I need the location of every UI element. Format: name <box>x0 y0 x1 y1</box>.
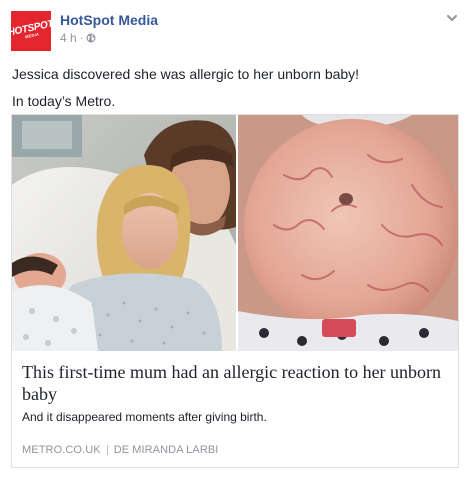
source-divider <box>106 445 108 455</box>
hospital-selfie-photo <box>12 115 237 351</box>
link-source: METRO.CO.UK DE MIRANDA LARBI <box>22 444 218 456</box>
article-photo <box>12 115 458 351</box>
source-domain: METRO.CO.UK <box>22 444 101 456</box>
author-prefix: DE <box>113 444 130 456</box>
post-message: Jessica discovered she was allergic to h… <box>12 64 460 118</box>
link-preview-image[interactable] <box>12 115 458 351</box>
link-preview-body[interactable]: This first-time mum had an allergic reac… <box>12 351 458 467</box>
facebook-post: HOTSPOT MEDIA HotSpot Media 4 h · Jessic… <box>0 0 472 477</box>
globe-icon[interactable] <box>86 33 96 43</box>
page-name-link[interactable]: HotSpot Media <box>60 12 158 28</box>
page-avatar[interactable]: HOTSPOT MEDIA <box>11 11 51 51</box>
pregnant-belly-photo <box>238 115 458 351</box>
chevron-down-icon[interactable] <box>446 12 458 24</box>
post-line: In today’s Metro. <box>12 93 116 109</box>
link-title[interactable]: This first-time mum had an allergic reac… <box>22 361 448 405</box>
author-name[interactable]: MIRANDA LARBI <box>132 444 218 456</box>
link-preview-card[interactable]: This first-time mum had an allergic reac… <box>11 114 459 468</box>
link-description: And it disappeared moments after giving … <box>22 410 267 424</box>
post-meta: 4 h · <box>60 31 96 45</box>
meta-separator: · <box>79 32 84 44</box>
post-line: Jessica discovered she was allergic to h… <box>12 66 360 82</box>
hotspot-logo: HOTSPOT MEDIA <box>11 18 51 40</box>
post-timestamp[interactable]: 4 h <box>60 31 77 45</box>
